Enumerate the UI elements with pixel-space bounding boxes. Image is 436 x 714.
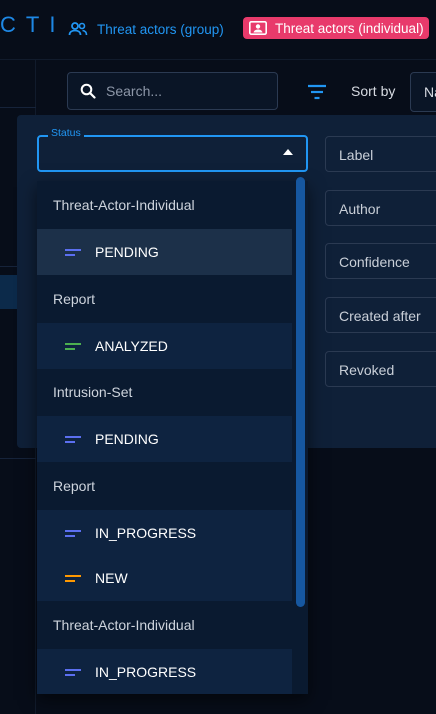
sort-select[interactable]: Name bbox=[410, 72, 436, 112]
option-group-header: Threat-Actor-Individual bbox=[37, 602, 292, 648]
status-option-label: ANALYZED bbox=[95, 338, 168, 354]
status-color-icon bbox=[65, 668, 81, 676]
status-color-icon bbox=[65, 529, 81, 537]
status-option-label: PENDING bbox=[95, 431, 159, 447]
option-group-header: Threat-Actor-Individual bbox=[37, 182, 292, 228]
status-color-icon bbox=[65, 248, 81, 256]
divider bbox=[0, 107, 36, 108]
search-icon bbox=[80, 83, 96, 99]
tab-threat-actors-individual[interactable]: Threat actors (individual) bbox=[243, 17, 429, 39]
option-group-header: Report bbox=[37, 276, 292, 322]
status-option[interactable]: NEW bbox=[37, 555, 292, 601]
status-color-icon bbox=[65, 574, 81, 582]
status-option-label: NEW bbox=[95, 570, 128, 586]
search-placeholder: Search... bbox=[106, 83, 163, 99]
tab-label: Threat actors (group) bbox=[97, 21, 224, 37]
option-group-header: Intrusion-Set bbox=[37, 369, 292, 415]
status-filter-label: Status bbox=[48, 127, 84, 139]
scrollbar-thumb[interactable] bbox=[296, 177, 305, 607]
created-after-filter[interactable]: Created after bbox=[325, 297, 436, 333]
tab-threat-actors-group[interactable]: Threat actors (group) bbox=[68, 17, 224, 41]
status-filter[interactable] bbox=[37, 135, 308, 172]
revoked-filter[interactable]: Revoked bbox=[325, 351, 436, 387]
app-logo: CTI bbox=[0, 12, 66, 37]
dropdown-up-arrow-icon[interactable] bbox=[283, 149, 293, 155]
status-option-label: PENDING bbox=[95, 244, 159, 260]
tab-label: Threat actors (individual) bbox=[275, 20, 424, 36]
search-input[interactable]: Search... bbox=[67, 72, 278, 110]
status-option[interactable]: PENDING bbox=[37, 229, 292, 275]
confidence-filter[interactable]: Confidence bbox=[325, 243, 436, 279]
status-color-icon bbox=[65, 342, 81, 350]
status-option-label: IN_PROGRESS bbox=[95, 525, 197, 541]
label-filter[interactable]: Label bbox=[325, 136, 436, 172]
top-bar: CTI Threat actors (group) Threat actors … bbox=[0, 0, 436, 60]
status-options-list: Threat-Actor-Individual PENDING Report A… bbox=[37, 181, 308, 694]
contact-card-icon bbox=[249, 21, 267, 35]
divider bbox=[0, 458, 36, 459]
status-option-label: IN_PROGRESS bbox=[95, 664, 197, 680]
filter-icon[interactable] bbox=[305, 80, 329, 104]
nav-item-selected[interactable] bbox=[0, 275, 18, 309]
option-group-header: Report bbox=[37, 463, 292, 509]
status-option[interactable]: ANALYZED bbox=[37, 323, 292, 369]
sort-by-label: Sort by bbox=[351, 83, 396, 99]
author-filter[interactable]: Author bbox=[325, 190, 436, 226]
status-option[interactable]: IN_PROGRESS bbox=[37, 649, 292, 694]
status-option[interactable]: IN_PROGRESS bbox=[37, 510, 292, 556]
status-option[interactable]: PENDING bbox=[37, 416, 292, 462]
users-icon bbox=[68, 22, 88, 36]
status-color-icon bbox=[65, 435, 81, 443]
